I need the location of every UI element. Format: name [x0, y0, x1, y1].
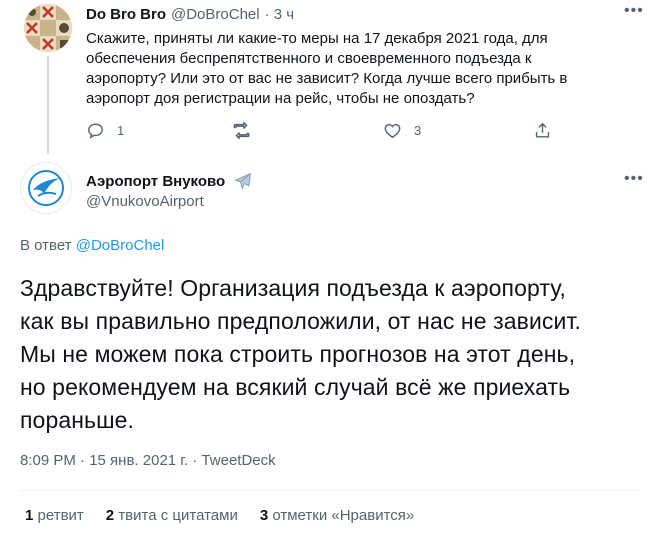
main-author-row[interactable]: Аэропорт Внуково [86, 171, 253, 191]
parent-text-line: аэропорт доя регистрации на рейс, чтобы … [86, 90, 475, 107]
quotes-label: твита с цитатами [118, 507, 238, 524]
parent-header: Do Bro Bro @DoBroChel · 3 ч [86, 6, 294, 23]
airplane-emoji-icon [234, 172, 252, 190]
tweet-timestamp[interactable]: 8:09 PM · 15 янв. 2021 г. · TweetDeck [20, 452, 276, 469]
parent-retweet-button[interactable] [232, 121, 251, 140]
reply-prefix: В ответ [20, 237, 72, 254]
like-icon [384, 123, 401, 139]
reply-context: В ответ @DoBroChel [20, 237, 164, 254]
parent-text-line: обеспечения беспрепятственного и своевре… [86, 50, 532, 67]
reply-to-link[interactable]: @DoBroChel [76, 237, 165, 254]
parent-text-line: Скажите, приняты ли какие-то меры на 17 … [86, 30, 548, 47]
parent-text-line: аэропорту? Или это от вас не зависит? Ко… [86, 70, 568, 87]
main-text-line: Здравствуйте! Организация подъезда к аэр… [20, 275, 567, 301]
vnukovo-logo-icon [28, 170, 64, 206]
main-more-icon[interactable]: ••• [624, 170, 644, 188]
main-author-name[interactable]: Аэропорт Внуково [86, 173, 225, 190]
parent-more-icon[interactable]: ••• [624, 2, 644, 20]
main-text-line: Мы не можем пока строить прогнозов на эт… [20, 341, 576, 367]
retweets-label: ретвит [37, 507, 84, 524]
share-icon [535, 123, 550, 138]
parent-share-button[interactable] [533, 121, 552, 140]
retweet-icon [233, 121, 250, 140]
quotes-stat[interactable]: 2 твита с цитатами [106, 507, 238, 524]
parent-like-count: 3 [414, 123, 422, 138]
likes-count: 3 [259, 507, 269, 524]
parent-tweet-text: Скажите, приняты ли какие-то меры на 17 … [86, 29, 646, 109]
main-text-line: но рекомендуем на всякий случай всё же п… [20, 374, 571, 400]
parent-like-button[interactable]: 3 [383, 121, 421, 140]
parent-reply-button[interactable]: 1 [86, 121, 124, 140]
parent-author-handle[interactable]: @DoBroChel [171, 6, 260, 23]
main-text-line: как вы правильно предположили, от нас не… [20, 308, 582, 334]
main-tweet-text: Здравствуйте! Организация подъезда к аэр… [20, 272, 650, 437]
likes-label: отметки «Нравится» [272, 507, 415, 524]
parent-author-name[interactable]: Do Bro Bro [86, 6, 166, 23]
vnukovo-avatar[interactable] [20, 162, 72, 214]
reply-icon [88, 123, 103, 139]
likes-stat[interactable]: 3 отметки «Нравится» [260, 507, 414, 524]
quotes-count: 2 [105, 507, 115, 524]
retweets-stat[interactable]: 1 ретвит [25, 507, 84, 524]
retweets-count: 1 [25, 507, 34, 524]
parent-time[interactable]: · 3 ч [265, 6, 295, 23]
divider [20, 490, 642, 491]
chess-avatar-image [24, 4, 72, 52]
parent-reply-count: 1 [117, 123, 125, 138]
main-text-line: пораньше. [20, 407, 135, 433]
engagement-stats: 1 ретвит 2 твита с цитатами 3 отметки «Н… [25, 507, 414, 524]
main-author-handle[interactable]: @VnukovoAirport [86, 193, 204, 210]
thread-line [47, 56, 49, 154]
parent-avatar[interactable] [24, 4, 72, 52]
